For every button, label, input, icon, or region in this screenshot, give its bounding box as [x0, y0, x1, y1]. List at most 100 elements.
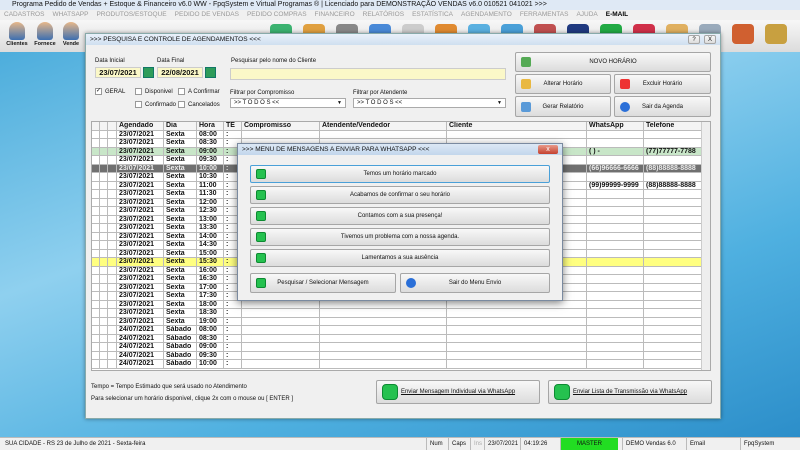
table-cell — [644, 326, 702, 335]
row-indicator — [92, 309, 100, 318]
sair-agenda-button[interactable]: Sair da Agenda — [614, 96, 711, 117]
checkbox-cancelados[interactable]: Cancelados — [178, 101, 220, 108]
status-time: 04:19:26 — [520, 438, 550, 450]
table-row[interactable]: 23/07/2021 Sexta 19:00: — [92, 317, 702, 326]
row-indicator — [100, 232, 108, 241]
send-list-whatsapp-button[interactable]: Enviar Lista de Transmissão via WhatsApp — [548, 380, 712, 404]
gerar-relatorio-button[interactable]: Gerar Relatório — [515, 96, 611, 117]
table-cell: Dia — [164, 122, 197, 131]
table-row[interactable]: 24/07/2021 Sábado 09:00: — [92, 343, 702, 352]
checkbox-disponivel[interactable]: Disponivel — [135, 88, 173, 95]
table-cell — [242, 130, 320, 139]
send-individual-whatsapp-button[interactable]: Enviar Mensagem Individual via WhatsApp — [376, 380, 540, 404]
menu-item[interactable]: E-MAIL — [606, 11, 628, 18]
table-row[interactable]: 24/07/2021 Sábado 10:00: — [92, 360, 702, 369]
message-option-button[interactable]: Acabamos de confirmar o seu horário — [250, 186, 550, 204]
message-option-button[interactable]: Contamos com a sua presença! — [250, 207, 550, 225]
table-cell: 09:00 — [197, 343, 224, 352]
checkbox-label: Confirmado — [145, 102, 177, 109]
dialog-close-button[interactable]: x — [538, 145, 558, 154]
client-search-input[interactable] — [230, 68, 506, 80]
button-label: NOVO HORÁRIO — [589, 59, 637, 65]
help-button[interactable]: ? — [688, 35, 700, 44]
table-cell — [320, 317, 447, 326]
sidebar-vendedores[interactable]: Vende — [58, 22, 84, 47]
close-button[interactable]: X — [704, 35, 716, 44]
menu-item[interactable]: WHATSAPP — [52, 11, 88, 18]
search-message-button[interactable]: Pesquisar / Selecionar Mensagem — [250, 273, 396, 293]
select-value: >> T O D O S << — [357, 100, 403, 106]
table-cell — [644, 249, 702, 258]
button-label: Pesquisar / Selecionar Mensagem — [277, 280, 369, 286]
table-cell: (88)88888-8888 — [644, 164, 702, 173]
row-indicator — [92, 130, 100, 139]
table-cell — [587, 292, 644, 301]
table-cell: Sexta — [164, 224, 197, 233]
row-indicator — [92, 122, 100, 131]
table-cell: 10:00 — [197, 164, 224, 173]
data-inicial-field[interactable]: 23/07/2021 — [95, 67, 141, 78]
message-option-button[interactable]: Lamentamos a sua ausência — [250, 249, 550, 267]
message-option-button[interactable]: Tivemos um problema com a nossa agenda. — [250, 228, 550, 246]
table-row[interactable]: 23/07/2021 Sexta 18:00: — [92, 300, 702, 309]
exit-menu-button[interactable]: Sair do Menu Envio — [400, 273, 550, 293]
row-indicator — [92, 198, 100, 207]
user-icon — [9, 22, 25, 40]
checkbox-geral[interactable]: ✓ GERAL — [95, 88, 125, 95]
table-row[interactable]: 24/07/2021 Sábado 08:00: — [92, 326, 702, 335]
menu-item[interactable]: AGENDAMENTO — [461, 11, 512, 18]
app-title-bar: Programa Pedido de Vendas + Estoque & Fi… — [0, 0, 800, 10]
table-cell: 24/07/2021 — [117, 351, 164, 360]
table-row[interactable]: 23/07/2021 Sexta 18:30: — [92, 309, 702, 318]
table-cell: 23/07/2021 — [117, 241, 164, 250]
table-cell — [320, 360, 447, 369]
table-cell — [447, 317, 587, 326]
sidebar-clientes[interactable]: Clientes — [4, 22, 30, 47]
table-row[interactable]: 24/07/2021 Sábado 08:30: — [92, 334, 702, 343]
toolbar-button-icon[interactable] — [765, 24, 787, 44]
excluir-horario-button[interactable]: Excluir Horário — [614, 74, 711, 94]
whatsapp-icon — [256, 190, 266, 200]
calendar-icon[interactable] — [205, 67, 216, 78]
table-row[interactable]: 24/07/2021 Sábado 09:30: — [92, 351, 702, 360]
menu-item[interactable]: AJUDA — [576, 11, 597, 18]
sidebar-fornecedores[interactable]: Fornece — [32, 22, 58, 47]
checkbox-box — [135, 88, 142, 95]
calendar-icon[interactable] — [143, 67, 154, 78]
novo-horario-button[interactable]: NOVO HORÁRIO — [515, 52, 711, 72]
table-cell: Sexta — [164, 147, 197, 156]
data-final-field[interactable]: 22/08/2021 — [157, 67, 203, 78]
table-cell — [587, 224, 644, 233]
atendente-select[interactable]: >> T O D O S << ▼ — [353, 98, 506, 108]
menu-item[interactable]: FINANCEIRO — [315, 11, 355, 18]
row-indicator — [108, 343, 117, 352]
checkbox-confirmado[interactable]: Confirmado — [135, 101, 176, 108]
dialog-title: >>> MENU DE MENSAGENS A ENVIAR PARA WHAT… — [238, 144, 562, 155]
table-cell: Telefone — [644, 122, 702, 131]
checkbox-a-confirmar[interactable]: A Confirmar — [178, 88, 220, 95]
menu-item[interactable]: PEDIDO COMPRAS — [247, 11, 307, 18]
status-email[interactable]: Email — [686, 438, 708, 450]
table-row[interactable]: 23/07/2021 Sexta 08:00: — [92, 130, 702, 139]
row-indicator — [92, 139, 100, 148]
menu-item[interactable]: FERRAMENTAS — [520, 11, 569, 18]
row-indicator — [92, 334, 100, 343]
data-final-label: Data Final — [157, 58, 185, 64]
message-option-button[interactable]: Temos um horário marcado — [250, 165, 550, 183]
alterar-horario-button[interactable]: Alterar Horário — [515, 74, 611, 94]
toolbar-button-icon[interactable] — [732, 24, 754, 44]
button-label: Excluir Horário — [642, 81, 683, 87]
table-cell: 23/07/2021 — [117, 190, 164, 199]
menu-item[interactable]: RELATÓRIOS — [363, 11, 404, 18]
menu-item[interactable]: CADASTROS — [4, 11, 44, 18]
vertical-scrollbar[interactable] — [701, 122, 710, 370]
compromisso-select[interactable]: >> T O D O S << ▼ — [230, 98, 346, 108]
table-cell: 23/07/2021 — [117, 164, 164, 173]
table-cell — [242, 326, 320, 335]
table-cell: (66)96666-6666 — [587, 164, 644, 173]
menu-item[interactable]: PEDIDO DE VENDAS — [175, 11, 239, 18]
row-indicator — [92, 292, 100, 301]
menu-item[interactable]: PRODUTOS/ESTOQUE — [96, 11, 166, 18]
menu-item[interactable]: ESTATÍSTICA — [412, 11, 453, 18]
row-indicator — [100, 130, 108, 139]
